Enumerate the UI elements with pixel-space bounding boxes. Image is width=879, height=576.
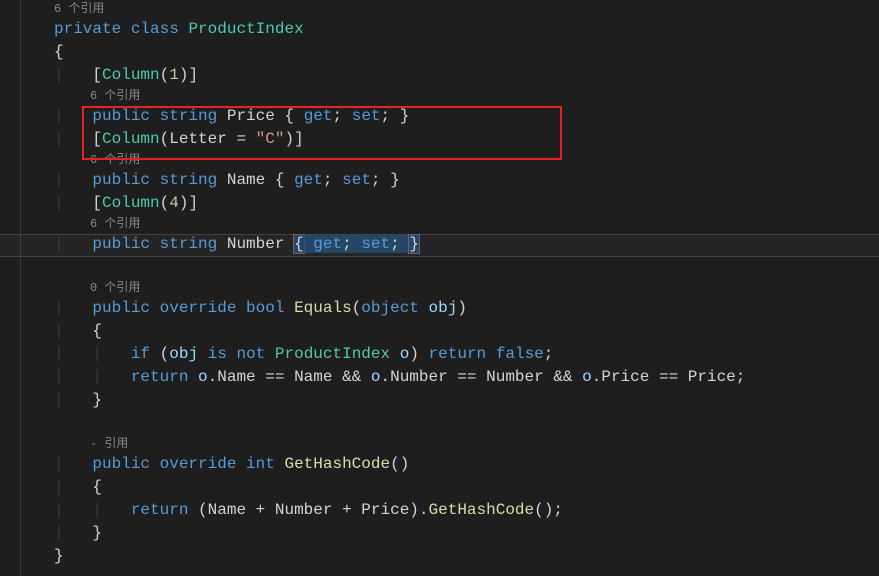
property: Name <box>227 171 265 189</box>
code-line[interactable]: | public override int GetHashCode() <box>0 453 879 476</box>
code-line[interactable] <box>0 412 879 435</box>
type-name: Column <box>102 130 160 148</box>
codelens-equals[interactable]: 0 个引用 <box>0 279 879 297</box>
punct: [ <box>92 66 102 84</box>
type-name: ProductIndex <box>188 20 303 38</box>
code-line[interactable]: | { <box>0 320 879 343</box>
brace-match: } <box>408 234 420 254</box>
codelens-number[interactable]: 6 个引用 <box>0 215 879 233</box>
punct: ( <box>160 66 170 84</box>
code-line-current[interactable]: | public string Number { get; set; } <box>0 233 879 256</box>
code-line[interactable]: | | if (obj is not ProductIndex o) retur… <box>0 343 879 366</box>
keyword: class <box>131 20 179 38</box>
code-line[interactable]: | | return o.Name == Name && o.Number ==… <box>0 366 879 389</box>
keyword: private <box>54 20 121 38</box>
code-line[interactable]: | [Column(Letter = "C")] <box>0 128 879 151</box>
property: Number <box>227 235 285 253</box>
code-line[interactable] <box>0 256 879 279</box>
type-name: Column <box>102 66 160 84</box>
property: Price <box>227 107 275 125</box>
codelens-letter[interactable]: 6 个引用 <box>0 151 879 169</box>
keyword: public <box>92 107 150 125</box>
codelens-text: 6 个引用 <box>90 153 140 167</box>
brace: { <box>54 43 64 61</box>
parameter: Letter <box>169 130 227 148</box>
method-name: GetHashCode <box>284 455 390 473</box>
code-line[interactable]: | { <box>0 476 879 499</box>
number: 4 <box>169 194 179 212</box>
code-line[interactable]: } <box>0 545 879 568</box>
punct: ) <box>179 66 189 84</box>
code-line[interactable]: | public override bool Equals(object obj… <box>0 297 879 320</box>
brace-match: { <box>293 234 305 254</box>
codelens-text: 6 个引用 <box>90 217 140 231</box>
code-line[interactable]: | public string Name { get; set; } <box>0 169 879 192</box>
code-line[interactable]: | [Column(1)] <box>0 64 879 87</box>
codelens-gethashcode[interactable]: - 引用 <box>0 435 879 453</box>
method-name: Equals <box>294 299 352 317</box>
code-line[interactable]: | [Column(4)] <box>0 192 879 215</box>
code-line[interactable]: | | return (Name + Number + Price).GetHa… <box>0 499 879 522</box>
codelens-text: 6 个引用 <box>90 89 140 103</box>
type-name: Column <box>102 194 160 212</box>
codelens-price[interactable]: 6 个引用 <box>0 87 879 105</box>
code-line[interactable]: | public string Price { get; set; } <box>0 105 879 128</box>
code-line[interactable]: | } <box>0 389 879 412</box>
code-line[interactable]: { <box>0 41 879 64</box>
code-editor[interactable]: 6 个引用 private class ProductIndex { | [Co… <box>0 0 879 576</box>
code-line[interactable]: private class ProductIndex <box>0 18 879 41</box>
parameter: obj <box>429 299 458 317</box>
code-line[interactable]: | } <box>0 522 879 545</box>
codelens-text: - 引用 <box>90 437 128 451</box>
number: 1 <box>169 66 179 84</box>
string: "C" <box>256 130 285 148</box>
codelens-class[interactable]: 6 个引用 <box>0 0 879 18</box>
codelens-text: 0 个引用 <box>90 281 140 295</box>
punct: ] <box>188 66 198 84</box>
keyword: string <box>160 107 218 125</box>
